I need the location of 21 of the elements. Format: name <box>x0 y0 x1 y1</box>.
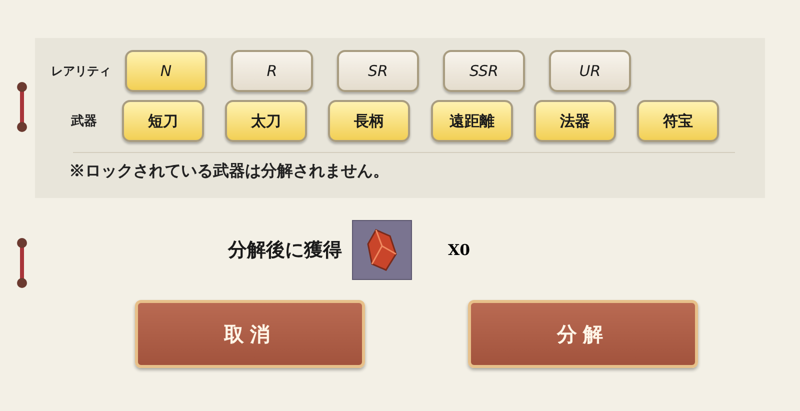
action-button[interactable]: 取消 <box>135 300 365 368</box>
filter-toggle[interactable]: 短刀 <box>122 100 204 142</box>
note-text: ※ロックされている武器は分解されません。 <box>69 161 390 182</box>
filter-toggle[interactable]: N <box>125 50 207 92</box>
filter-toggle[interactable]: 太刀 <box>225 100 307 142</box>
scroll-rod-icon <box>16 238 28 288</box>
filter-toggle[interactable]: SSR <box>443 50 525 92</box>
filter-label: レアリティ <box>50 62 112 80</box>
filter-toggle[interactable]: 法器 <box>534 100 616 142</box>
filter-toggle[interactable]: 長柄 <box>328 100 410 142</box>
filter-toggle[interactable]: UR <box>549 50 631 92</box>
action-button[interactable]: 分解 <box>468 300 698 368</box>
filter-label: 武器 <box>70 113 98 130</box>
reward-label: 分解後に獲得 <box>228 238 342 263</box>
scroll-rod-icon <box>16 82 28 132</box>
filter-toggle[interactable]: 符宝 <box>637 100 719 142</box>
reward-count: X0 <box>448 241 470 259</box>
filter-toggle[interactable]: 遠距離 <box>431 100 513 142</box>
gem-icon <box>352 220 412 280</box>
filter-toggle[interactable]: R <box>231 50 313 92</box>
filter-toggle[interactable]: SR <box>337 50 419 92</box>
